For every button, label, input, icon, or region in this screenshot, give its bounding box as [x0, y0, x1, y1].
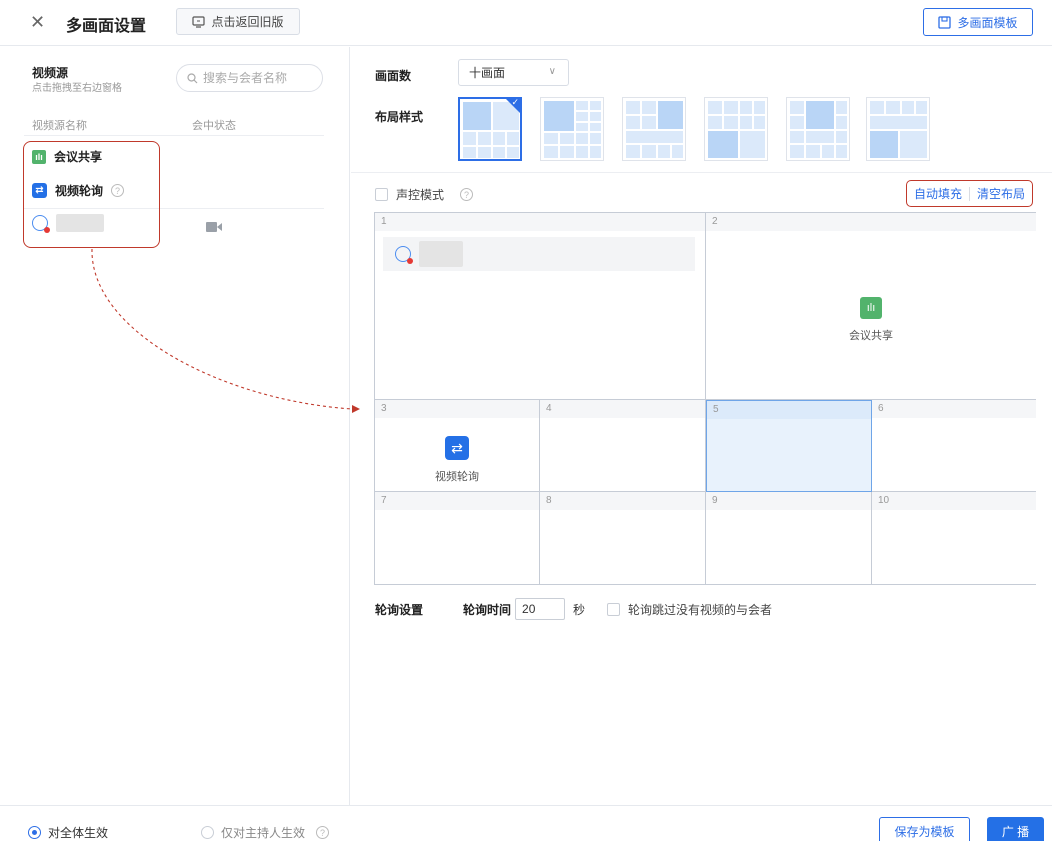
cell-number: 8: [540, 492, 705, 510]
cell-content-share: ılı 会议共享: [706, 297, 1036, 343]
poll-time-unit: 秒: [573, 602, 586, 617]
grid-cell-4[interactable]: 4: [540, 400, 706, 492]
cell-number: 5: [707, 401, 871, 419]
clear-layout-link[interactable]: 清空布局: [977, 185, 1025, 202]
scope-all-radio[interactable]: 对全体生效: [28, 824, 108, 841]
search-icon: [187, 72, 198, 83]
voice-mode-checkbox[interactable]: [375, 188, 388, 201]
chevron-down-icon: ∨: [548, 66, 556, 77]
cell-number: 4: [540, 400, 705, 418]
grid-cell-10[interactable]: 10: [872, 492, 1036, 584]
scope-all-label: 对全体生效: [48, 826, 109, 840]
screen-count-select[interactable]: 十画面 ∨: [458, 59, 569, 86]
cell-number: 7: [375, 492, 539, 510]
cell-content-poll: ⇄ 视频轮询: [375, 436, 539, 484]
column-header-source-name: 视频源名称: [32, 120, 87, 132]
template-icon: [938, 15, 952, 29]
highlight-box-sources: [23, 141, 160, 248]
scope-host-label: 仅对主持人生效: [221, 826, 306, 840]
layout-option-3[interactable]: [622, 97, 686, 161]
share-icon: ılı: [860, 297, 882, 319]
checkmark-icon: ✓: [511, 97, 519, 107]
video-source-hint: 点击拖拽至右边窗格: [32, 83, 122, 94]
divider: [968, 186, 970, 201]
layout-option-4[interactable]: [704, 97, 768, 161]
help-icon[interactable]: ?: [460, 188, 474, 201]
search-input[interactable]: [203, 71, 313, 85]
poll-time-input[interactable]: [515, 598, 566, 620]
close-icon[interactable]: ✕: [30, 12, 45, 32]
help-icon[interactable]: ?: [316, 826, 330, 839]
save-as-template-button[interactable]: 保存为模板: [879, 817, 970, 841]
radio-unselected-icon: [201, 826, 214, 839]
column-header-status: 会中状态: [192, 120, 236, 132]
layout-option-1[interactable]: ✓: [458, 97, 522, 161]
screen-count-label: 画面数: [375, 69, 412, 83]
divider: [351, 172, 1052, 173]
poll-settings-row: 轮询设置 轮询时间 秒 轮询跳过没有视频的与会者: [375, 598, 772, 620]
cell-number: 6: [872, 400, 1036, 418]
monitor-icon: [192, 15, 206, 28]
page-title: 多画面设置: [66, 18, 147, 35]
camera-icon: [206, 222, 222, 232]
poll-time-label: 轮询时间: [463, 602, 512, 617]
back-to-old-version-button[interactable]: 点击返回旧版: [176, 8, 300, 35]
layout-option-6[interactable]: [866, 97, 930, 161]
participant-name-redacted: [419, 241, 463, 267]
participant-avatar-icon: [395, 246, 413, 264]
back-button-label: 点击返回旧版: [211, 15, 284, 29]
layout-option-2[interactable]: [540, 97, 604, 161]
footer-bar: 对全体生效 仅对主持人生效 ? 保存为模板 广 播: [0, 805, 1052, 841]
cell-participant[interactable]: [383, 237, 695, 271]
header-bar: ✕ 多画面设置 点击返回旧版 多画面模板: [0, 0, 1052, 46]
grid-cell-6[interactable]: 6: [872, 400, 1036, 492]
layout-option-5[interactable]: [786, 97, 850, 161]
radio-selected-icon: [28, 826, 41, 839]
divider: [24, 135, 324, 136]
grid-cell-2[interactable]: 2 ılı 会议共享: [706, 213, 1036, 400]
layout-style-label: 布局样式: [375, 110, 424, 124]
grid-cell-7[interactable]: 7: [375, 492, 540, 584]
grid-cell-8[interactable]: 8: [540, 492, 706, 584]
cell-number: 3: [375, 400, 539, 418]
cell-number: 10: [872, 492, 1036, 510]
grid-cell-3[interactable]: 3 ⇄ 视频轮询: [375, 400, 540, 492]
poll-settings-label: 轮询设置: [375, 602, 424, 617]
cell-number: 1: [375, 213, 705, 231]
layout-grid: 1 2 ılı 会议共享 3 ⇄ 视频轮询 4 5 6 7 8 9 10: [374, 212, 1036, 585]
search-box[interactable]: [176, 64, 323, 92]
broadcast-button[interactable]: 广 播: [987, 817, 1044, 841]
poll-icon: ⇄: [445, 436, 469, 460]
cell-content-label: 会议共享: [849, 330, 893, 342]
scope-host-radio[interactable]: 仅对主持人生效 ?: [201, 824, 330, 841]
screen-count-value: 十画面: [469, 66, 506, 80]
template-button-label: 多画面模板: [957, 15, 1018, 30]
layout-actions-highlight: 自动填充 清空布局: [906, 180, 1033, 207]
cell-number: 9: [706, 492, 871, 510]
cell-number: 2: [706, 213, 1036, 231]
multi-screen-template-button[interactable]: 多画面模板: [923, 8, 1033, 36]
voice-mode-label: 声控模式: [396, 188, 445, 202]
grid-cell-9[interactable]: 9: [706, 492, 872, 584]
grid-cell-1[interactable]: 1: [375, 213, 706, 400]
cell-content-label: 视频轮询: [435, 471, 479, 483]
skip-no-video-label: 轮询跳过没有视频的与会者: [628, 602, 773, 617]
skip-no-video-checkbox[interactable]: [607, 602, 621, 616]
grid-cell-5[interactable]: 5: [706, 400, 872, 492]
auto-fill-link[interactable]: 自动填充: [914, 185, 962, 202]
voice-mode-toggle[interactable]: 声控模式 ?: [375, 186, 474, 203]
